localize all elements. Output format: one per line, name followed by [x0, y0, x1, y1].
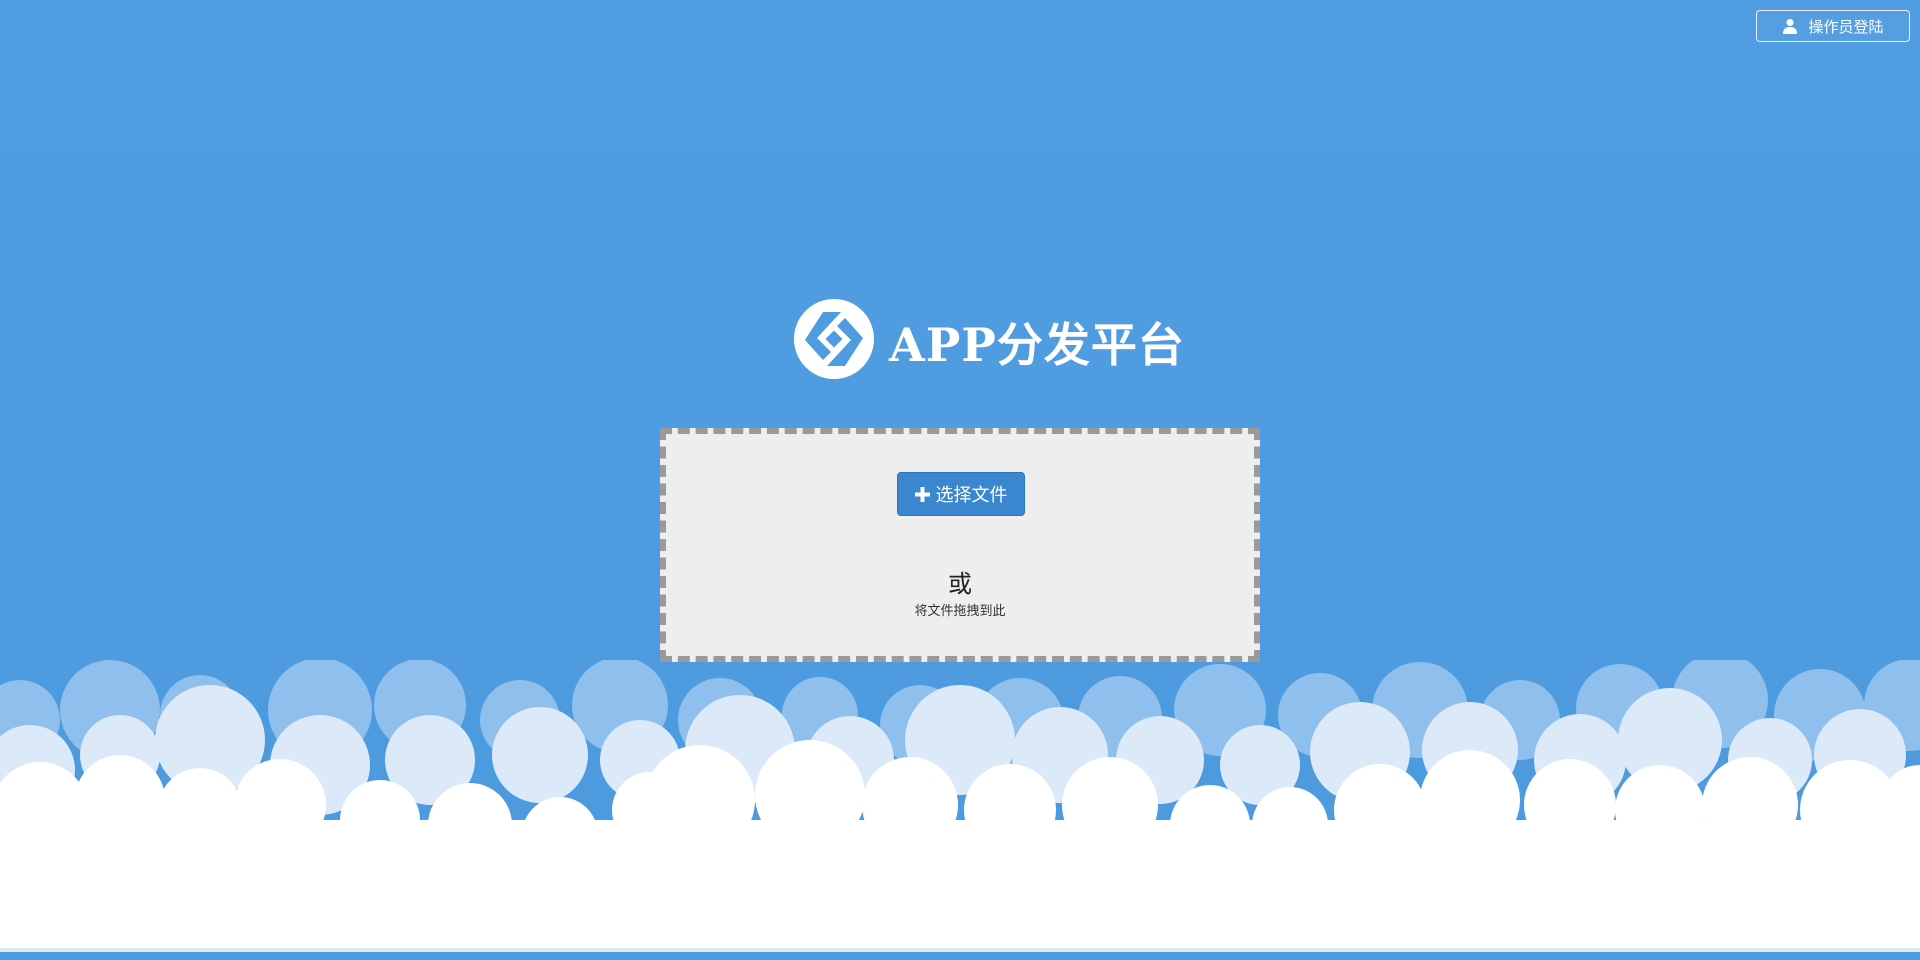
- brand-logo: APP分发平台: [793, 296, 1185, 382]
- user-icon: [1783, 19, 1798, 34]
- logo-mark-icon: [794, 299, 874, 379]
- or-separator: 或: [948, 570, 972, 598]
- operator-login-label: 操作员登陆: [1808, 17, 1884, 36]
- file-drop-zone[interactable]: 选择文件 或 将文件拖拽到此: [660, 428, 1260, 662]
- logo-title: APP分发平台: [889, 318, 1185, 372]
- footer-stripe: [0, 952, 1920, 960]
- plus-icon: [914, 486, 930, 502]
- upload-page: 操作员登陆 APP分发平台 选择文件 或 将文件拖拽到此: [0, 0, 1920, 960]
- operator-login-button[interactable]: 操作员登陆: [1756, 10, 1910, 42]
- drag-hint-text: 将文件拖拽到此: [914, 604, 1006, 619]
- select-file-button[interactable]: 选择文件: [897, 472, 1025, 516]
- clouds-decoration: [0, 660, 1920, 960]
- select-file-label: 选择文件: [935, 485, 1008, 506]
